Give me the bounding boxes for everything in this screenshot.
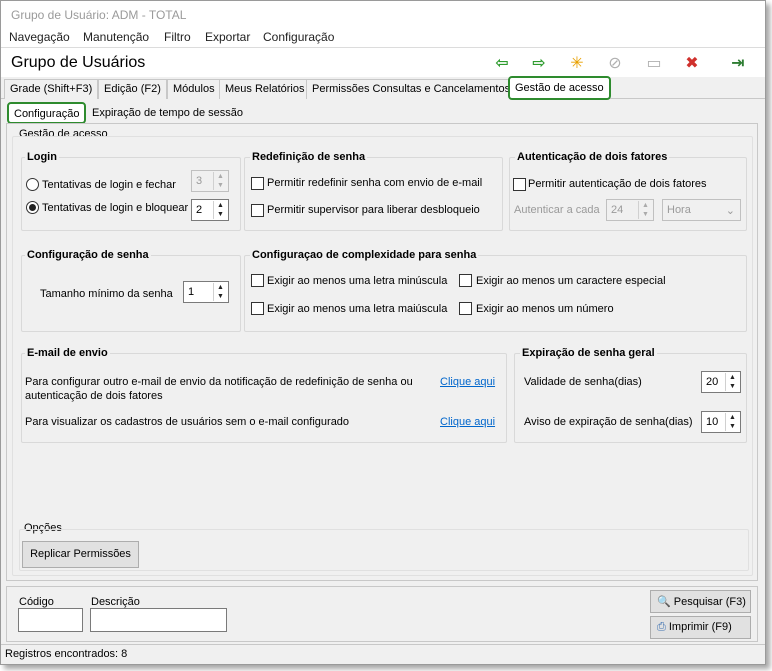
radio-login-fechar[interactable] <box>26 178 39 191</box>
pesquisar-label: Pesquisar (F3) <box>673 596 746 608</box>
supervisor-desbloqueio-label: Permitir supervisor para liberar desbloq… <box>267 204 480 216</box>
descricao-label: Descrição <box>91 596 140 608</box>
printer-icon: ⎙ <box>657 621 666 633</box>
back-arrow-icon[interactable]: ⇦ <box>491 53 513 73</box>
forward-arrow-icon[interactable]: ⇨ <box>528 53 550 73</box>
cancel-icon[interactable]: ⊘ <box>604 53 626 73</box>
maiuscula-label: Exigir ao menos uma letra maiúscula <box>267 303 448 315</box>
checkbox-especial[interactable] <box>459 274 472 287</box>
imprimir-label: Imprimir (F9) <box>668 621 732 633</box>
menu-bar: Navegação Manutenção Filtro Exportar Con… <box>1 29 765 47</box>
radio-login-bloquear[interactable] <box>26 201 39 214</box>
redefinir-email-label: Permitir redefinir senha com envio de e-… <box>267 177 483 189</box>
redefinicao-title: Redefinição de senha <box>250 151 368 163</box>
subtab-expiracao-sessao[interactable]: Expiração de tempo de sessão <box>87 104 248 124</box>
spinner-arrows-icon[interactable]: ▲ ▼ <box>725 413 739 431</box>
login-title: Login <box>25 151 59 163</box>
spinner-arrows-icon[interactable]: ▲ ▼ <box>213 172 227 190</box>
redefinicao-group <box>244 157 503 231</box>
email-text-1b: autenticação de dois fatores <box>25 390 163 402</box>
minuscula-label: Exigir ao menos uma letra minúscula <box>267 275 448 287</box>
login-fechar-label: Tentativas de login e fechar <box>42 179 176 191</box>
login-fechar-spinner[interactable]: 3 ▲ ▼ <box>191 170 229 192</box>
dois-fatores-title: Autenticação de dois fatores <box>515 151 670 163</box>
unidade-select[interactable]: Hora ⌄ <box>662 199 741 221</box>
clique-aqui-link-1[interactable]: Clique aqui <box>440 376 495 388</box>
page-title: Grupo de Usuários <box>11 54 146 71</box>
autenticar-cada-label: Autenticar a cada <box>514 204 600 216</box>
tab-modulos[interactable]: Módulos <box>167 79 221 99</box>
spinner-arrows-icon[interactable]: ▲ ▼ <box>725 373 739 391</box>
numero-label: Exigir ao menos um número <box>476 303 614 315</box>
checkbox-numero[interactable] <box>459 302 472 315</box>
login-bloquear-label: Tentativas de login e bloquear <box>42 202 189 214</box>
app-window: Grupo de Usuário: ADM - TOTAL Navegação … <box>0 0 766 665</box>
aviso-label: Aviso de expiração de senha(dias) <box>524 416 693 428</box>
especial-label: Exigir ao menos um caractere especial <box>476 275 666 287</box>
imprimir-button[interactable]: ⎙ Imprimir (F9) <box>650 616 751 639</box>
config-senha-title: Configuração de senha <box>25 249 151 261</box>
search-icon: 🔍 <box>657 596 671 608</box>
checkbox-supervisor-desbloqueio[interactable] <box>251 204 264 217</box>
aviso-spinner[interactable]: 10 ▲ ▼ <box>701 411 741 433</box>
tab-permissoes[interactable]: Permissões Consultas e Cancelamentos <box>306 79 517 99</box>
replicar-permissoes-button[interactable]: Replicar Permissões <box>22 541 139 568</box>
clique-aqui-link-2[interactable]: Clique aqui <box>440 416 495 428</box>
menu-navegacao[interactable]: Navegação <box>9 30 70 44</box>
email-text-1: Para configurar outro e-mail de envio da… <box>25 376 413 388</box>
menu-configuracao[interactable]: Configuração <box>263 30 334 44</box>
aviso-value: 10 <box>706 416 719 428</box>
menu-exportar[interactable]: Exportar <box>205 30 250 44</box>
login-bloquear-spinner[interactable]: 2 ▲ ▼ <box>191 199 229 221</box>
validade-spinner[interactable]: 20 ▲ ▼ <box>701 371 741 393</box>
spinner-arrows-icon[interactable]: ▲ ▼ <box>213 201 227 219</box>
email-text-2: Para visualizar os cadastros de usuários… <box>25 416 350 428</box>
tamanho-minimo-value: 1 <box>188 286 195 298</box>
spinner-arrows-icon[interactable]: ▲ ▼ <box>213 283 227 301</box>
validade-value: 20 <box>706 376 719 388</box>
tamanho-minimo-label: Tamanho mínimo da senha <box>40 288 173 300</box>
registros-text: Registros encontrados: 8 <box>5 648 128 660</box>
dois-fatores-label: Permitir autenticação de dois fatores <box>528 178 707 190</box>
email-envio-title: E-mail de envio <box>25 347 110 359</box>
descricao-input[interactable] <box>90 608 227 632</box>
unidade-value: Hora <box>667 204 691 216</box>
complexidade-group <box>244 255 747 332</box>
window-title: Grupo de Usuário: ADM - TOTAL <box>11 8 187 22</box>
checkbox-minuscula[interactable] <box>251 274 264 287</box>
exit-icon[interactable]: ⇥ <box>727 53 749 73</box>
menu-filtro[interactable]: Filtro <box>164 30 191 44</box>
page-header: Grupo de Usuários ⇦ ⇨ ✳ ⊘ ▭ ✖ ⇥ <box>1 47 765 77</box>
configuracao-panel: Gestão de acesso Login Tentativas de log… <box>6 123 758 581</box>
new-record-icon[interactable]: ✳ <box>566 53 588 73</box>
tamanho-minimo-spinner[interactable]: 1 ▲ ▼ <box>183 281 229 303</box>
expiracao-title: Expiração de senha geral <box>520 347 657 359</box>
menu-manutencao[interactable]: Manutenção <box>83 30 149 44</box>
validade-label: Validade de senha(dias) <box>524 376 642 388</box>
save-icon[interactable]: ▭ <box>643 53 665 73</box>
pesquisar-button[interactable]: 🔍 Pesquisar (F3) <box>650 590 751 613</box>
codigo-label: Código <box>19 596 54 608</box>
delete-icon[interactable]: ✖ <box>681 53 703 73</box>
main-tabs: Grade (Shift+F3) Edição (F2) Módulos Meu… <box>1 76 765 100</box>
subtab-configuracao[interactable]: Configuração <box>7 102 87 124</box>
checkbox-maiuscula[interactable] <box>251 302 264 315</box>
tab-grade[interactable]: Grade (Shift+F3) <box>4 79 99 99</box>
login-bloquear-value: 2 <box>196 204 203 216</box>
title-bar: Grupo de Usuário: ADM - TOTAL <box>1 1 765 29</box>
checkbox-redefinir-email[interactable] <box>251 177 264 190</box>
tab-gestao-acesso[interactable]: Gestão de acesso <box>508 76 611 100</box>
chevron-down-icon: ⌄ <box>725 205 735 217</box>
tab-meus-relatorios[interactable]: Meus Relatórios <box>219 79 311 99</box>
checkbox-dois-fatores[interactable] <box>513 178 526 191</box>
complexidade-title: Configuraçao de complexidade para senha <box>250 249 479 261</box>
sub-tabs: Configuração Expiração de tempo de sessã… <box>3 101 765 124</box>
codigo-input[interactable] <box>18 608 83 632</box>
login-fechar-value: 3 <box>196 175 203 187</box>
spinner-arrows-icon[interactable]: ▲ ▼ <box>638 201 652 219</box>
tab-edicao[interactable]: Edição (F2) <box>98 79 167 99</box>
status-bar: Registros encontrados: 8 <box>1 644 765 664</box>
autenticar-cada-spinner[interactable]: 24 ▲ ▼ <box>606 199 654 221</box>
autenticar-cada-value: 24 <box>611 204 624 216</box>
